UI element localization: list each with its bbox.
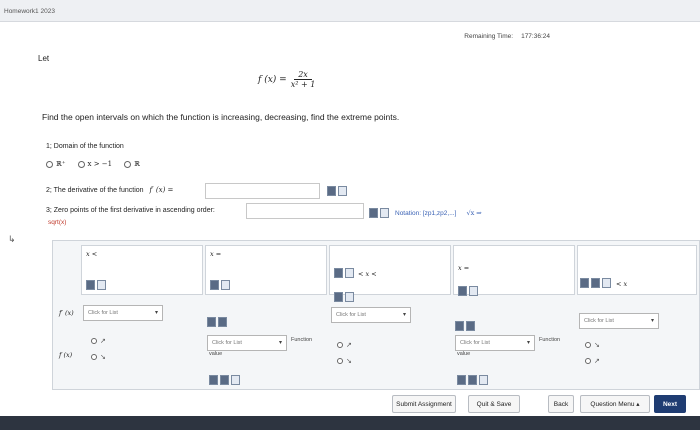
domain-option-r[interactable]: ℝ <box>124 160 140 168</box>
math-palette-icon[interactable] <box>86 280 95 290</box>
browser-tab-bar: Homework1 2023 <box>0 0 700 22</box>
zero-points-toolbar <box>369 208 389 218</box>
submit-assignment-button[interactable]: Submit Assignment <box>392 395 456 413</box>
preview-icon[interactable] <box>97 280 106 290</box>
next-button[interactable]: Next <box>654 395 686 413</box>
preview-icon[interactable] <box>345 268 354 278</box>
math-palette-icon[interactable] <box>209 375 218 385</box>
timer-value: 177:36:24 <box>521 33 550 40</box>
derivative-sign-select-3[interactable]: Click for List ▾ <box>579 313 659 329</box>
preview-icon[interactable] <box>469 286 478 296</box>
preview-icon[interactable] <box>345 292 354 302</box>
math-palette-icon[interactable] <box>591 278 600 288</box>
numerator: 2x <box>294 70 312 80</box>
math-palette-icon[interactable] <box>466 321 475 331</box>
domain-option-gt-minus1[interactable]: x > −1 <box>77 160 112 168</box>
decreasing-option-1[interactable]: ↘ <box>91 353 106 361</box>
quit-save-button[interactable]: Quit & Save <box>468 395 520 413</box>
increasing-option-2[interactable]: ↗ <box>337 341 352 349</box>
header-cell-2: x = <box>205 245 327 295</box>
question-menu-button[interactable]: Question Menu ▴ <box>580 395 650 413</box>
os-taskbar <box>0 416 700 430</box>
math-palette-icon[interactable] <box>327 186 336 196</box>
math-palette-icon[interactable] <box>207 317 216 327</box>
derivative-expr: f′ (x) = <box>149 186 174 194</box>
back-button[interactable]: Back <box>548 395 574 413</box>
derivative-input[interactable] <box>205 183 320 199</box>
sqrt-hint: sqrt(x) <box>48 219 67 226</box>
extremum-type-select-1[interactable]: Click for List ▾ <box>207 335 287 351</box>
math-palette-icon[interactable] <box>334 292 343 302</box>
math-palette-icon[interactable] <box>457 375 466 385</box>
intro-text: Let <box>38 54 50 63</box>
math-palette-icon[interactable] <box>220 375 229 385</box>
math-palette-icon[interactable] <box>369 208 378 218</box>
q1-label: 1; Domain of the function <box>46 143 124 150</box>
extremum-type-select-2[interactable]: Click for List ▾ <box>455 335 535 351</box>
decreasing-option-3[interactable]: ↘ <box>585 341 600 349</box>
cell-toolbar <box>455 321 475 331</box>
q3-label: 3; Zero points of the first derivative i… <box>46 207 215 214</box>
question-instruction: Find the open intervals on which the fun… <box>42 112 400 122</box>
cursor-icon: ↳ <box>8 234 16 244</box>
preview-icon[interactable] <box>338 186 347 196</box>
header-cell-1: x < <box>81 245 203 295</box>
header-cell-3: < x < <box>329 245 451 302</box>
function-lhs: f (x) = <box>258 74 287 85</box>
row-label-derivative: f′ (x) <box>59 309 74 317</box>
remaining-time: Remaining Time: 177:36:24 <box>456 33 550 40</box>
math-palette-icon[interactable] <box>218 317 227 327</box>
denominator: x² + 1 <box>290 80 316 89</box>
radio-icon[interactable] <box>46 160 53 168</box>
math-palette-icon[interactable] <box>468 375 477 385</box>
notation-hint: Notation: [zp1,zp2,...] √x ⇒ <box>395 209 482 217</box>
header-cell-4: x = <box>453 245 575 296</box>
math-palette-icon[interactable] <box>458 286 467 296</box>
radio-icon[interactable] <box>124 160 132 168</box>
derivative-sign-select-1[interactable]: Click for List ▾ <box>83 305 163 321</box>
function-formula: f (x) = 2x x² + 1 <box>258 70 315 89</box>
timer-label: Remaining Time: <box>464 33 514 40</box>
function-fraction: 2x x² + 1 <box>291 70 316 89</box>
decreasing-option-2[interactable]: ↘ <box>337 357 352 365</box>
preview-icon[interactable] <box>221 280 230 290</box>
value-label-1: value <box>209 351 223 357</box>
derivative-sign-select-2[interactable]: Click for List ▾ <box>331 307 411 323</box>
function-label-2: Function <box>539 337 561 343</box>
math-palette-icon[interactable] <box>455 321 464 331</box>
sign-chart-table: x < x = < x < x = < x f′ (x) f (x) Click… <box>52 240 700 390</box>
math-palette-icon[interactable] <box>210 280 219 290</box>
math-palette-icon[interactable] <box>580 278 589 288</box>
increasing-option-3[interactable]: ↗ <box>585 357 600 365</box>
header-cell-5: < x <box>577 245 697 295</box>
domain-options: ℝ⁺ x > −1 ℝ <box>46 160 140 168</box>
preview-icon[interactable] <box>231 375 240 385</box>
preview-icon[interactable] <box>380 208 389 218</box>
value-label-2: value <box>457 351 471 357</box>
footer-bar: Submit Assignment Quit & Save Back Quest… <box>0 395 700 415</box>
cell-toolbar <box>209 375 240 385</box>
zero-points-input[interactable] <box>246 203 364 219</box>
tab-homework[interactable]: Homework1 2023 <box>4 8 55 15</box>
row-label-function: f (x) <box>59 351 73 359</box>
preview-icon[interactable] <box>602 278 611 288</box>
function-label-1: Function <box>291 337 313 343</box>
increasing-option-1[interactable]: ↗ <box>91 337 106 345</box>
domain-option-rplus[interactable]: ℝ⁺ <box>46 160 66 168</box>
preview-icon[interactable] <box>479 375 488 385</box>
cell-toolbar <box>207 317 227 327</box>
q2-label: 2; The derivative of the function f′ (x)… <box>46 186 174 194</box>
math-palette-icon[interactable] <box>334 268 343 278</box>
derivative-toolbar <box>327 186 347 196</box>
radio-icon[interactable] <box>77 160 85 168</box>
cell-toolbar <box>457 375 488 385</box>
